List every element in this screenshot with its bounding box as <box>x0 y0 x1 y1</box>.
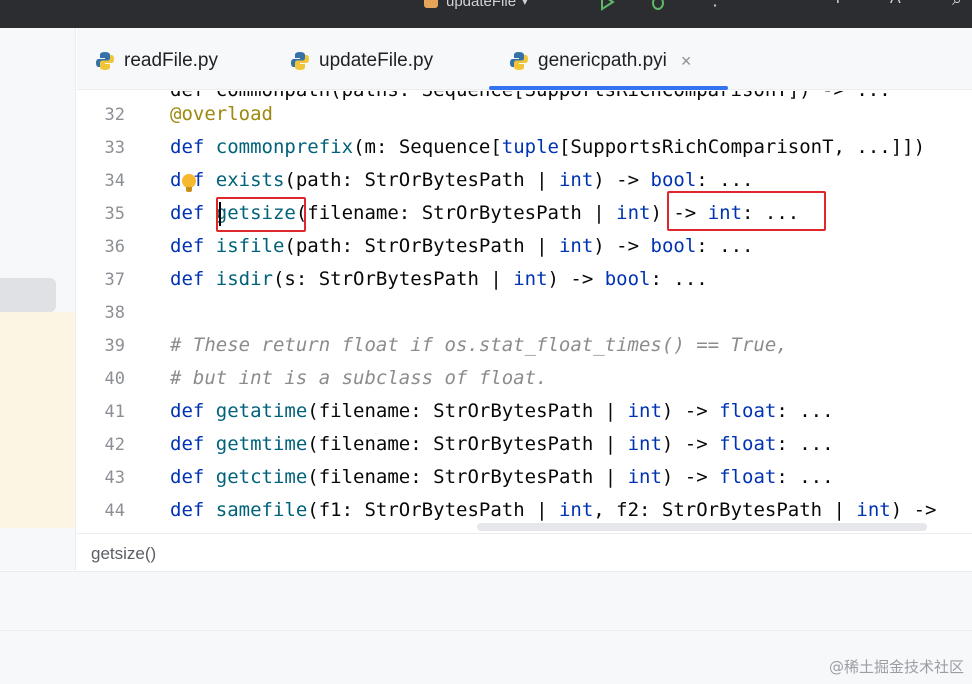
code-text: def commonprefix(m: Sequence[tuple[Suppo… <box>170 136 926 158</box>
code-line-32[interactable]: 32 @overload <box>77 100 972 133</box>
python-file-icon <box>510 52 528 70</box>
tab-label: updateFile.py <box>319 50 434 71</box>
project-tool-window <box>0 28 76 570</box>
code-line-41[interactable]: 41 def getatime(filename: StrOrBytesPath… <box>77 397 972 430</box>
line-number: 36 <box>104 237 125 257</box>
code-text: def isfile(path: StrOrBytesPath | int) -… <box>170 235 754 257</box>
breadcrumb[interactable]: getsize() <box>91 544 156 564</box>
lightbulb-icon[interactable] <box>182 174 196 188</box>
lightbulb-base <box>186 187 192 192</box>
chevron-down-icon: ▾ <box>522 0 528 8</box>
search-icon[interactable]: ⌕ <box>952 0 962 10</box>
code-line-33[interactable]: 33 def commonprefix(m: Sequence[tuple[Su… <box>77 133 972 166</box>
code-line-34[interactable]: 34 def exists(path: StrOrBytesPath | int… <box>77 166 972 199</box>
code-text: def getctime(filename: StrOrBytesPath | … <box>170 466 834 488</box>
top-toolbar: updateFile ▾ ⋮ + A ⌕ <box>0 0 972 28</box>
code-line-35[interactable]: 35 def getsize(filename: StrOrBytesPath … <box>77 199 972 232</box>
code-line-40[interactable]: 40 # but int is a subclass of float. <box>77 364 972 397</box>
line-number: 32 <box>104 105 125 125</box>
tab-label: readFile.py <box>124 50 218 71</box>
code-comment: # but int is a subclass of float. <box>170 367 548 389</box>
breadcrumb-bar: getsize() <box>77 533 972 571</box>
code-text: @overload <box>170 103 273 125</box>
debug-icon[interactable] <box>648 0 668 13</box>
code-line-39[interactable]: 39 # These return float if os.stat_float… <box>77 331 972 364</box>
highlighted-tree-region <box>0 312 75 528</box>
tab-readfile[interactable]: readFile.py <box>95 46 218 76</box>
line-number: 34 <box>104 171 125 191</box>
run-configuration-label: updateFile <box>446 0 517 10</box>
python-file-icon <box>291 52 309 70</box>
watermark-text: @稀土掘金技术社区 <box>828 658 964 676</box>
run-icon[interactable] <box>598 0 616 13</box>
code-line-38[interactable]: 38 <box>77 298 972 331</box>
code-text: def exists(path: StrOrBytesPath | int) -… <box>170 169 754 191</box>
active-tab-indicator <box>489 86 728 90</box>
line-number: 43 <box>104 468 125 488</box>
python-file-icon <box>96 52 114 70</box>
line-number: 44 <box>104 501 125 521</box>
run-configuration-selector[interactable]: updateFile ▾ <box>424 0 528 12</box>
line-number: 38 <box>104 303 125 323</box>
code-comment: # These return float if os.stat_float_ti… <box>170 334 788 356</box>
divider <box>0 630 972 631</box>
code-line-37[interactable]: 37 def isdir(s: StrOrBytesPath | int) ->… <box>77 265 972 298</box>
selected-tree-item[interactable] <box>0 278 56 312</box>
add-user-icon[interactable]: + <box>832 0 844 10</box>
close-icon[interactable]: × <box>681 51 692 72</box>
code-text: def getatime(filename: StrOrBytesPath | … <box>170 400 834 422</box>
bottom-panel <box>0 571 972 684</box>
tab-genericpath[interactable]: genericpath.pyi × <box>509 46 691 76</box>
line-number: 42 <box>104 435 125 455</box>
code-text: def getmtime(filename: StrOrBytesPath | … <box>170 433 834 455</box>
translate-icon[interactable]: A <box>890 0 901 10</box>
tab-label: genericpath.pyi <box>538 50 667 71</box>
line-number: 33 <box>104 138 125 158</box>
line-number: 35 <box>104 204 125 224</box>
code-text: def isdir(s: StrOrBytesPath | int) -> bo… <box>170 268 708 290</box>
line-number: 37 <box>104 270 125 290</box>
line-number: 40 <box>104 369 125 389</box>
editor-tabs: readFile.py updateFile.py genericpath.py… <box>77 28 972 90</box>
code-line-36[interactable]: 36 def isfile(path: StrOrBytesPath | int… <box>77 232 972 265</box>
line-number: 41 <box>104 402 125 422</box>
code-text: def samefile(f1: StrOrBytesPath | int, f… <box>170 499 937 521</box>
code-line-43[interactable]: 43 def getctime(filename: StrOrBytesPath… <box>77 463 972 496</box>
tab-updatefile[interactable]: updateFile.py <box>290 46 433 76</box>
horizontal-scrollbar[interactable] <box>477 523 927 531</box>
python-config-icon <box>424 0 438 8</box>
more-icon[interactable]: ⋮ <box>706 0 724 10</box>
highlight-box-function-name <box>216 197 306 232</box>
code-line-42[interactable]: 42 def getmtime(filename: StrOrBytesPath… <box>77 430 972 463</box>
code-editor[interactable]: def commonpath(paths: Sequence[SupportsR… <box>77 91 972 533</box>
highlight-box-return-type <box>667 191 826 231</box>
line-number: 39 <box>104 336 125 356</box>
